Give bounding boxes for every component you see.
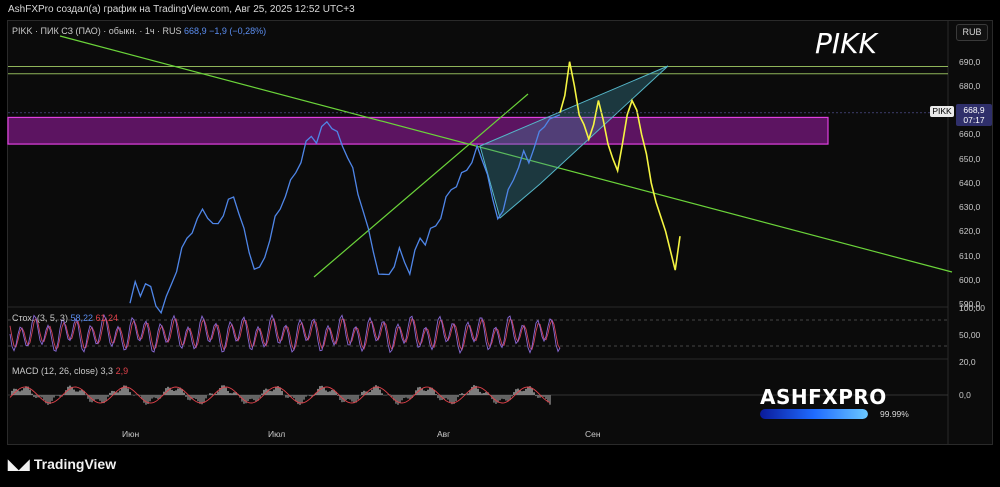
price-tag-time: 07:17 [963,115,985,125]
time-axis-month: Авг [437,429,451,439]
legend-change: −1,9 (−0,28%) [209,26,267,36]
time-axis-month: Июн [122,429,140,439]
price-axis-tick: 610,0 [959,250,981,261]
price-axis-tick: 690,0 [959,56,981,67]
legend-price: 668,9 [184,26,207,36]
stoch-axis-tick: 20,0 [959,357,976,367]
tradingview-logo[interactable]: ◣◢ TradingView [8,456,116,473]
price-axis-tick: 640,0 [959,177,981,188]
price-axis-tick: 660,0 [959,129,981,140]
macd-legend: MACD (12, 26, close) 3,3 2,9 [12,366,128,376]
macd-value: 3,3 [100,366,114,376]
price-tag-value-box: 668,9 07:17 [956,104,992,126]
tradingview-logo-text: TradingView [33,456,117,472]
progress-bar [760,409,868,419]
chart-frame: AshFXPro создал(а) график на TradingView… [0,0,1000,487]
symbol-title: PIKK [815,27,877,60]
progress-percent: 99.99% [880,409,909,419]
stoch-name: Стох. (3, 5, 3) [12,313,68,323]
stoch-d-value: 61,24 [95,313,119,323]
price-axis-tick: 680,0 [959,80,981,91]
main-legend: PIKK · ПИК СЗ (ПАО) · обыкн. · 1ч · RUS … [12,26,266,36]
price-axis-tick: 600,0 [959,274,981,285]
progress-fill [760,409,868,419]
stoch-legend: Стох. (3, 5, 3) 58,22 61,24 [12,313,118,323]
macd-signal-value: 2,9 [115,366,129,376]
time-axis-month: Июл [268,429,286,439]
tradingview-icon: ◣◢ [8,456,30,472]
price-tag-value: 668,9 [963,105,985,115]
time-axis-month: Сен [585,429,601,439]
price-axis-tick: 620,0 [959,226,981,237]
price-tag-symbol: PIKK [930,106,954,117]
stoch-k-value: 58,22 [70,313,93,323]
macd-axis-tick: 0,0 [959,390,971,400]
price-axis-tick: 650,0 [959,153,981,164]
macd-name: MACD (12, 26, close) [12,366,99,376]
stoch-axis-tick: 100,00 [959,303,985,313]
price-axis-tick: 630,0 [959,202,981,213]
currency-button[interactable]: RUB [956,24,988,41]
stoch-axis-tick: 50,00 [959,330,981,340]
legend-symbol: PIKK · ПИК СЗ (ПАО) · обыкн. · 1ч · RUS [12,26,182,36]
brand-watermark: ASHFXPRO [760,385,887,409]
